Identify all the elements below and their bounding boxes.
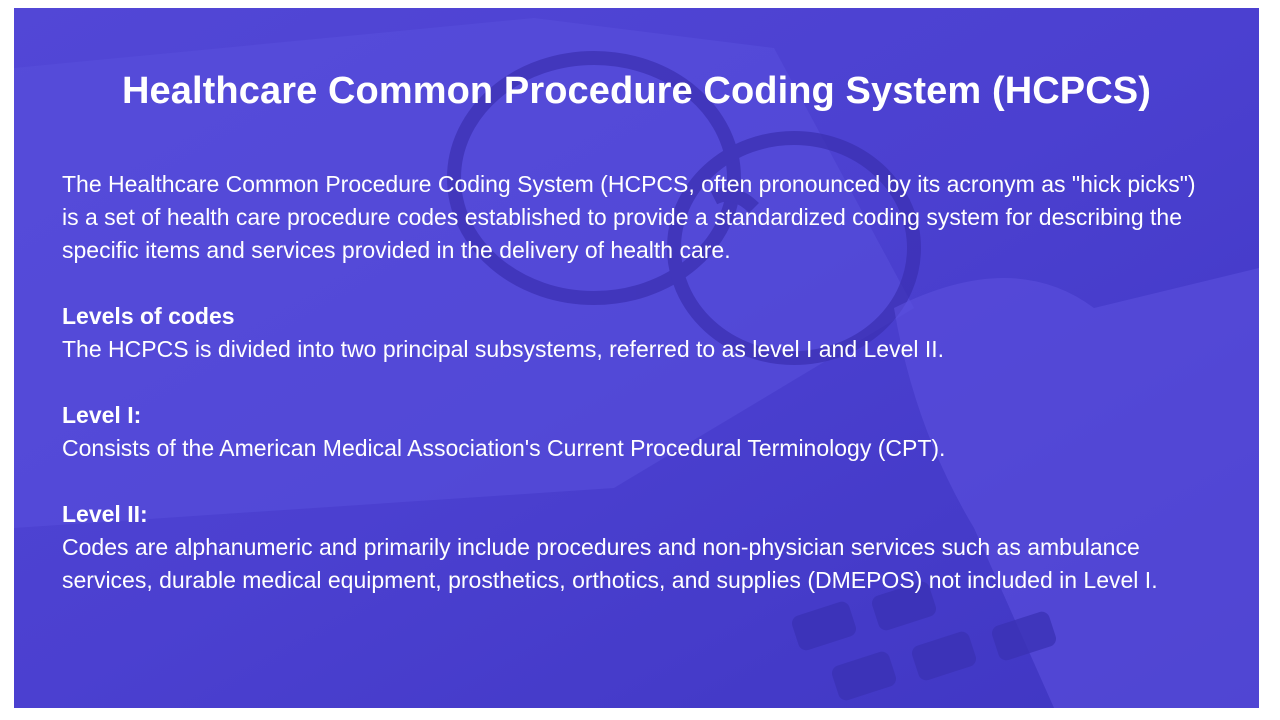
intro-paragraph: The Healthcare Common Procedure Coding S… bbox=[62, 171, 1196, 263]
section-heading-levels: Levels of codes bbox=[62, 303, 235, 329]
slide-title: Healthcare Common Procedure Coding Syste… bbox=[122, 70, 1151, 112]
section-text-level-1: Consists of the American Medical Associa… bbox=[62, 435, 946, 461]
section-text-levels: The HCPCS is divided into two principal … bbox=[62, 336, 945, 362]
slide: Healthcare Common Procedure Coding Syste… bbox=[14, 8, 1259, 708]
slide-body: The Healthcare Common Procedure Coding S… bbox=[62, 168, 1212, 597]
section-text-level-2: Codes are alphanumeric and primarily inc… bbox=[62, 534, 1158, 593]
slide-content: Healthcare Common Procedure Coding Syste… bbox=[14, 8, 1259, 708]
section-heading-level-2: Level II: bbox=[62, 501, 148, 527]
section-heading-level-1: Level I: bbox=[62, 402, 142, 428]
